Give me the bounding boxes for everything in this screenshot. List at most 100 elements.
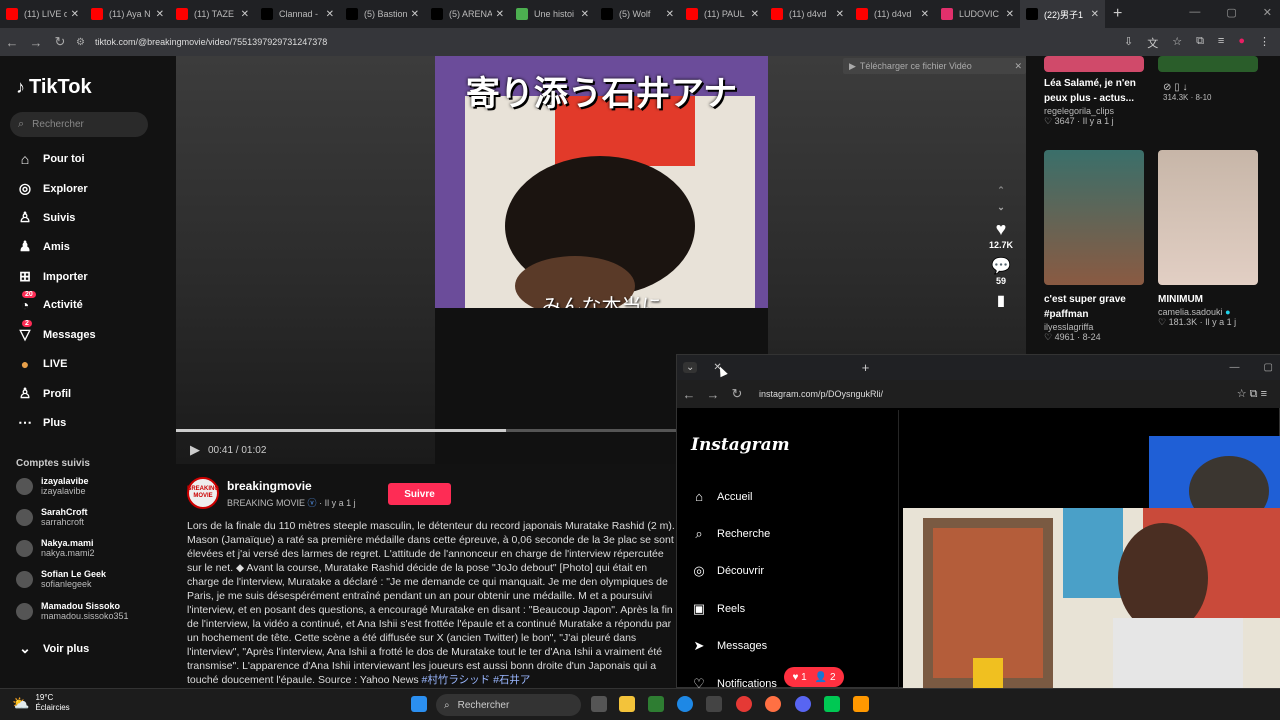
tab-list-icon[interactable]: ⌄: [683, 362, 698, 373]
instagram-nav-send[interactable]: ➤ Messages: [691, 638, 768, 654]
browser-tab[interactable]: (11) PAUL ✕: [680, 0, 765, 28]
firefox-icon[interactable]: [765, 696, 781, 712]
taskbar-search[interactable]: ⌕ Rechercher: [436, 694, 581, 716]
browser-tab[interactable]: LUDOVIC ✕: [935, 0, 1020, 28]
reload-icon[interactable]: ↻: [725, 386, 749, 402]
windows-start-icon[interactable]: [411, 696, 427, 712]
chrome-icon[interactable]: [736, 696, 752, 712]
related-card-1[interactable]: Léa Salamé, je n'en peux plus - actus...…: [1044, 76, 1154, 127]
related-card-2[interactable]: c'est super grave #paffman ilyesslagriff…: [1044, 292, 1154, 343]
browser-tab[interactable]: (11) d4vd ✕: [850, 0, 935, 28]
media-icon[interactable]: ≡: [1218, 35, 1224, 51]
related-card-3[interactable]: MINIMUM camelia.sadouki ● ♡ 181.3K · Il …: [1158, 292, 1278, 328]
browser-tab[interactable]: (5) Wolf ✕: [595, 0, 680, 28]
author-name[interactable]: breakingmovie: [227, 479, 312, 493]
close-tab-icon[interactable]: ✕: [836, 9, 844, 20]
related-thumb-2[interactable]: [1044, 150, 1144, 285]
next-video-icon[interactable]: ⌄: [985, 202, 1017, 213]
close-tab-icon[interactable]: ✕: [411, 9, 419, 20]
notification-badge[interactable]: ♥ 1 👤 2: [784, 667, 844, 687]
minimize-icon[interactable]: —: [1230, 362, 1240, 373]
follow-button[interactable]: Suivre: [388, 483, 451, 505]
back-icon[interactable]: ←: [677, 387, 701, 402]
browser-tab[interactable]: (11) LIVE d ✕: [0, 0, 85, 28]
instagram-nav-home[interactable]: ⌂ Accueil: [691, 489, 752, 504]
sidebar-item-more[interactable]: ⋯ Plus: [16, 414, 66, 431]
app-icon[interactable]: [648, 696, 664, 712]
forward-icon[interactable]: →: [701, 387, 725, 402]
instagram-nav-search[interactable]: ⌕ Recherche: [691, 526, 770, 542]
browser-tab[interactable]: (22)男子1 ✕: [1020, 0, 1105, 28]
file-explorer-icon[interactable]: [619, 696, 635, 712]
browser-tab[interactable]: (5) ARENA ✕: [425, 0, 510, 28]
description-hashtags[interactable]: #村竹ラシッド #石井ア: [422, 674, 531, 686]
related-thumb-3[interactable]: [1158, 150, 1258, 285]
video-progress-bar[interactable]: [176, 429, 676, 432]
sidebar-item-friends[interactable]: ♟ Amis: [16, 238, 70, 255]
new-tab-icon[interactable]: +: [1113, 5, 1122, 23]
vlc-icon[interactable]: [853, 696, 869, 712]
reload-icon[interactable]: ↻: [48, 34, 72, 50]
profile-avatar-icon[interactable]: ●: [1238, 35, 1245, 51]
followed-account[interactable]: SarahCroft sarrahcroft: [16, 507, 88, 527]
task-view-icon[interactable]: [591, 696, 607, 712]
weather-widget[interactable]: ⛅ 19°C Éclaircies: [12, 693, 70, 713]
author-avatar[interactable]: BREAKING MOVIE: [187, 477, 219, 509]
download-video-bar[interactable]: ▶ Télécharger ce fichier Vidéo ✕: [843, 58, 1026, 74]
install-icon[interactable]: ⇩: [1124, 35, 1133, 51]
tiktok-logo[interactable]: ♪ TikTok: [16, 76, 92, 99]
close-tab-icon[interactable]: ✕: [71, 9, 79, 20]
sidebar-item-profile[interactable]: ♙ Profil: [16, 385, 71, 402]
instagram-nav-compass[interactable]: ◎ Découvrir: [691, 563, 764, 579]
maximize-icon[interactable]: ▢: [1226, 6, 1236, 19]
instagram-logo[interactable]: Instagram: [691, 435, 790, 455]
browser-tab[interactable]: (11) Aya N ✕: [85, 0, 170, 28]
url-field[interactable]: tiktok.com/@breakingmovie/video/75513979…: [95, 37, 327, 47]
close-tab-icon[interactable]: ✕: [241, 9, 249, 20]
translate-icon[interactable]: 文: [1147, 35, 1158, 51]
store-icon[interactable]: [706, 696, 722, 712]
browser-tab[interactable]: (11) TAZE ✕: [170, 0, 255, 28]
followed-account[interactable]: izayalavibe izayalavibe: [16, 476, 89, 496]
close-tab-icon[interactable]: ✕: [581, 9, 589, 20]
browser-tab[interactable]: Clannad - ✕: [255, 0, 340, 28]
close-tab-icon[interactable]: ✕: [326, 9, 334, 20]
maximize-icon[interactable]: ▢: [1264, 362, 1273, 373]
followed-account[interactable]: Sofian Le Geek sofianlegeek: [16, 569, 106, 589]
close-window-icon[interactable]: ✕: [1263, 6, 1272, 19]
close-tab-icon[interactable]: ✕: [1006, 9, 1014, 20]
close-tab-icon[interactable]: ✕: [666, 9, 674, 20]
see-more-button[interactable]: ⌄ Voir plus: [16, 640, 89, 657]
related-thumb-top-right[interactable]: [1158, 56, 1258, 72]
bookmark-star-icon[interactable]: ☆: [1172, 35, 1182, 51]
browser-tab[interactable]: (5) Bastion ✕: [340, 0, 425, 28]
video-player[interactable]: 寄り添う石井アナ: [435, 56, 768, 308]
followed-account[interactable]: Nakya.mami nakya.mami2: [16, 538, 95, 558]
site-info-icon[interactable]: ⚙: [76, 37, 85, 48]
comment-icon[interactable]: 💬: [985, 256, 1017, 276]
close-tab-icon[interactable]: ✕: [751, 9, 759, 20]
close-tab-icon[interactable]: ✕: [496, 9, 504, 20]
new-tab-icon[interactable]: +: [862, 360, 870, 375]
sidebar-item-live[interactable]: ● LIVE: [16, 356, 68, 372]
edge-icon[interactable]: [677, 696, 693, 712]
bookmark-icon[interactable]: ▮: [985, 292, 1017, 309]
close-tab-icon[interactable]: ✕: [156, 9, 164, 20]
extensions-icon[interactable]: ⧉: [1196, 35, 1204, 51]
sidebar-item-upload[interactable]: ⊞ Importer: [16, 268, 88, 285]
followed-account[interactable]: Mamadou Sissoko mamadou.sissoko351: [16, 601, 129, 621]
search-input[interactable]: ⌕ Rechercher: [10, 112, 148, 137]
close-tab-icon[interactable]: ✕: [1091, 9, 1099, 20]
previous-video-icon[interactable]: ⌃: [985, 185, 1017, 196]
browser-tab[interactable]: Une histoi ✕: [510, 0, 595, 28]
forward-icon[interactable]: →: [24, 35, 48, 50]
related-thumb-1[interactable]: [1044, 56, 1144, 72]
minimize-icon[interactable]: —: [1189, 6, 1200, 19]
browser-tab[interactable]: (11) d4vd ✕: [765, 0, 850, 28]
back-icon[interactable]: ←: [0, 35, 24, 50]
app2-icon[interactable]: [824, 696, 840, 712]
sidebar-item-home[interactable]: ⌂ Pour toi: [16, 151, 85, 167]
play-icon[interactable]: ▶: [190, 442, 200, 458]
instagram-url-field[interactable]: instagram.com/p/DOysngukRli/: [759, 389, 883, 399]
close-icon[interactable]: ✕: [1014, 61, 1022, 72]
